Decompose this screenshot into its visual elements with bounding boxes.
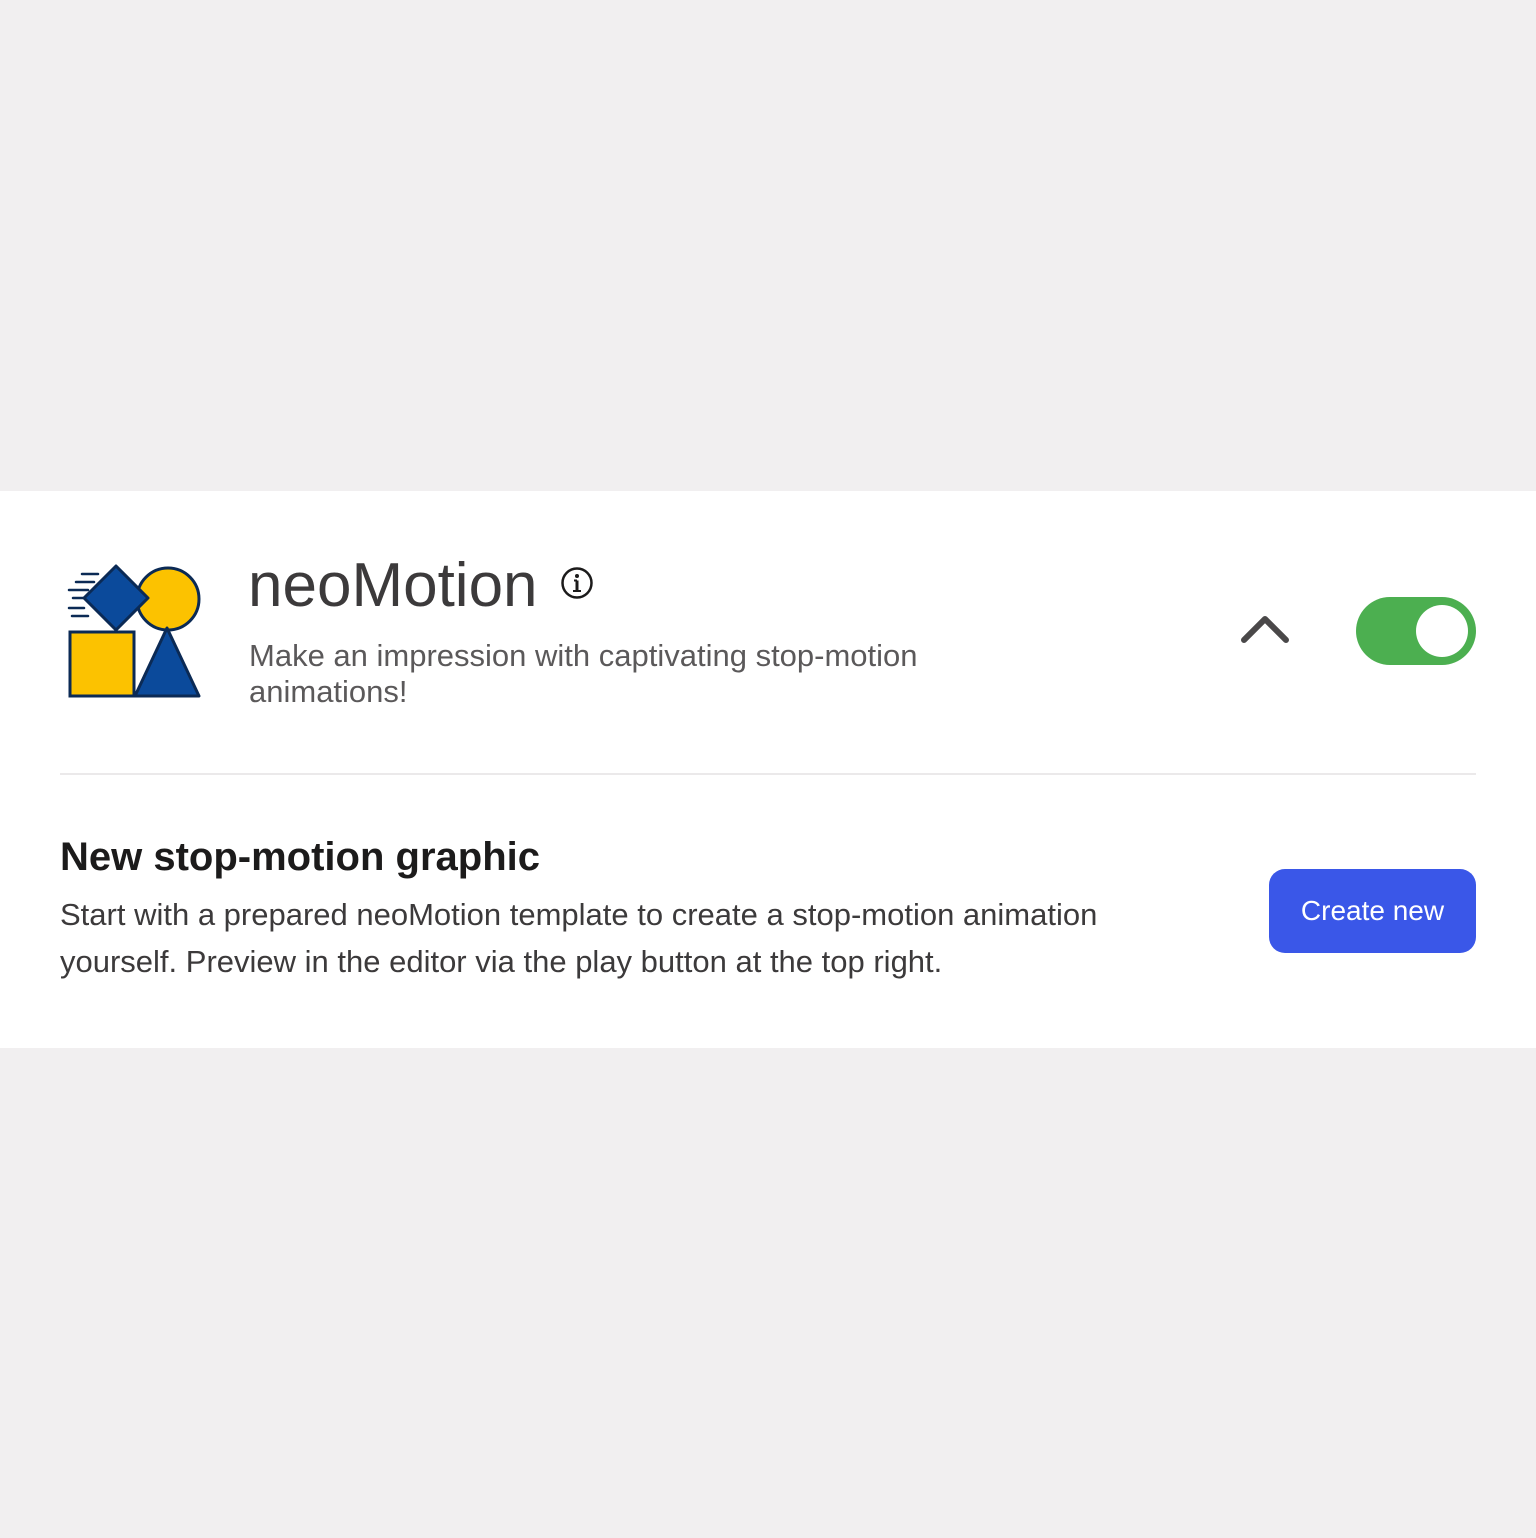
divider <box>60 773 1476 775</box>
create-new-button[interactable]: Create new <box>1269 869 1476 953</box>
section-description: Start with a prepared neoMotion template… <box>60 897 1098 979</box>
info-icon[interactable] <box>560 566 594 600</box>
collapse-button[interactable] <box>1232 604 1298 654</box>
chevron-up-icon <box>1241 616 1289 643</box>
plugin-title: neoMotion <box>248 551 538 620</box>
toggle-knob <box>1416 605 1468 657</box>
plugin-enabled-toggle[interactable] <box>1356 597 1476 665</box>
section-title: New stop-motion graphic <box>60 835 540 879</box>
neomotion-shapes-icon <box>67 564 201 698</box>
plugin-description: Make an impression with captivating stop… <box>249 638 918 709</box>
